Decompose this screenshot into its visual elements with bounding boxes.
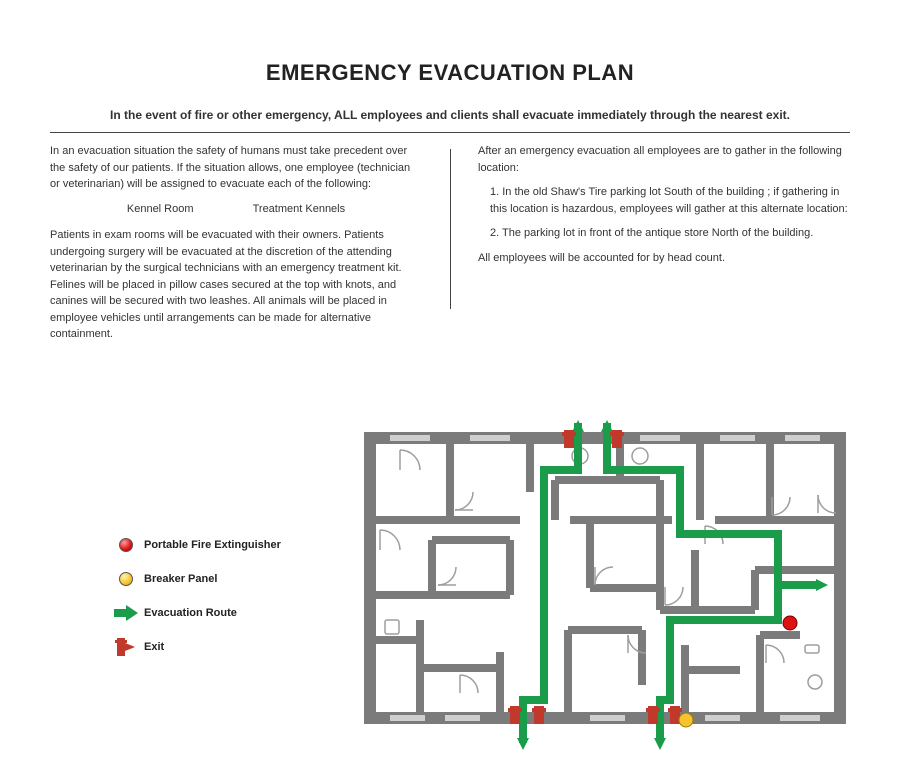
subtitle: In the event of fire or other emergency,… (50, 108, 850, 122)
room-kennel: Kennel Room (127, 201, 194, 218)
text-columns: In an evacuation situation the safety of… (50, 143, 850, 351)
right-para-2: All employees will be accounted for by h… (478, 250, 850, 267)
legend: Portable Fire Extinguisher Breaker Panel… (108, 528, 281, 664)
exit-icon (108, 637, 144, 657)
legend-route: Evacuation Route (144, 607, 237, 619)
gather-location-2: 2. The parking lot in front of the antiq… (490, 225, 850, 242)
left-para-2: Patients in exam rooms will be evacuated… (50, 227, 422, 343)
room-list: Kennel Room Treatment Kennels (50, 201, 422, 218)
extinguisher-marker (783, 616, 797, 630)
legend-exit: Exit (144, 641, 164, 653)
legend-breaker: Breaker Panel (144, 573, 217, 585)
extinguisher-icon (108, 538, 144, 552)
gather-location-1: 1. In the old Shaw's Tire parking lot So… (490, 184, 850, 217)
page-title: EMERGENCY EVACUATION PLAN (50, 60, 850, 86)
breaker-icon (108, 572, 144, 586)
left-column: In an evacuation situation the safety of… (50, 143, 450, 351)
right-para-1: After an emergency evacuation all employ… (478, 143, 850, 176)
floor-plan (360, 420, 860, 755)
column-divider (450, 149, 451, 309)
divider (50, 132, 850, 133)
route-icon (108, 605, 144, 621)
right-column: After an emergency evacuation all employ… (450, 143, 850, 351)
left-para-1: In an evacuation situation the safety of… (50, 143, 422, 193)
legend-extinguisher: Portable Fire Extinguisher (144, 539, 281, 551)
breaker-marker (679, 713, 693, 727)
room-treatment: Treatment Kennels (253, 201, 346, 218)
